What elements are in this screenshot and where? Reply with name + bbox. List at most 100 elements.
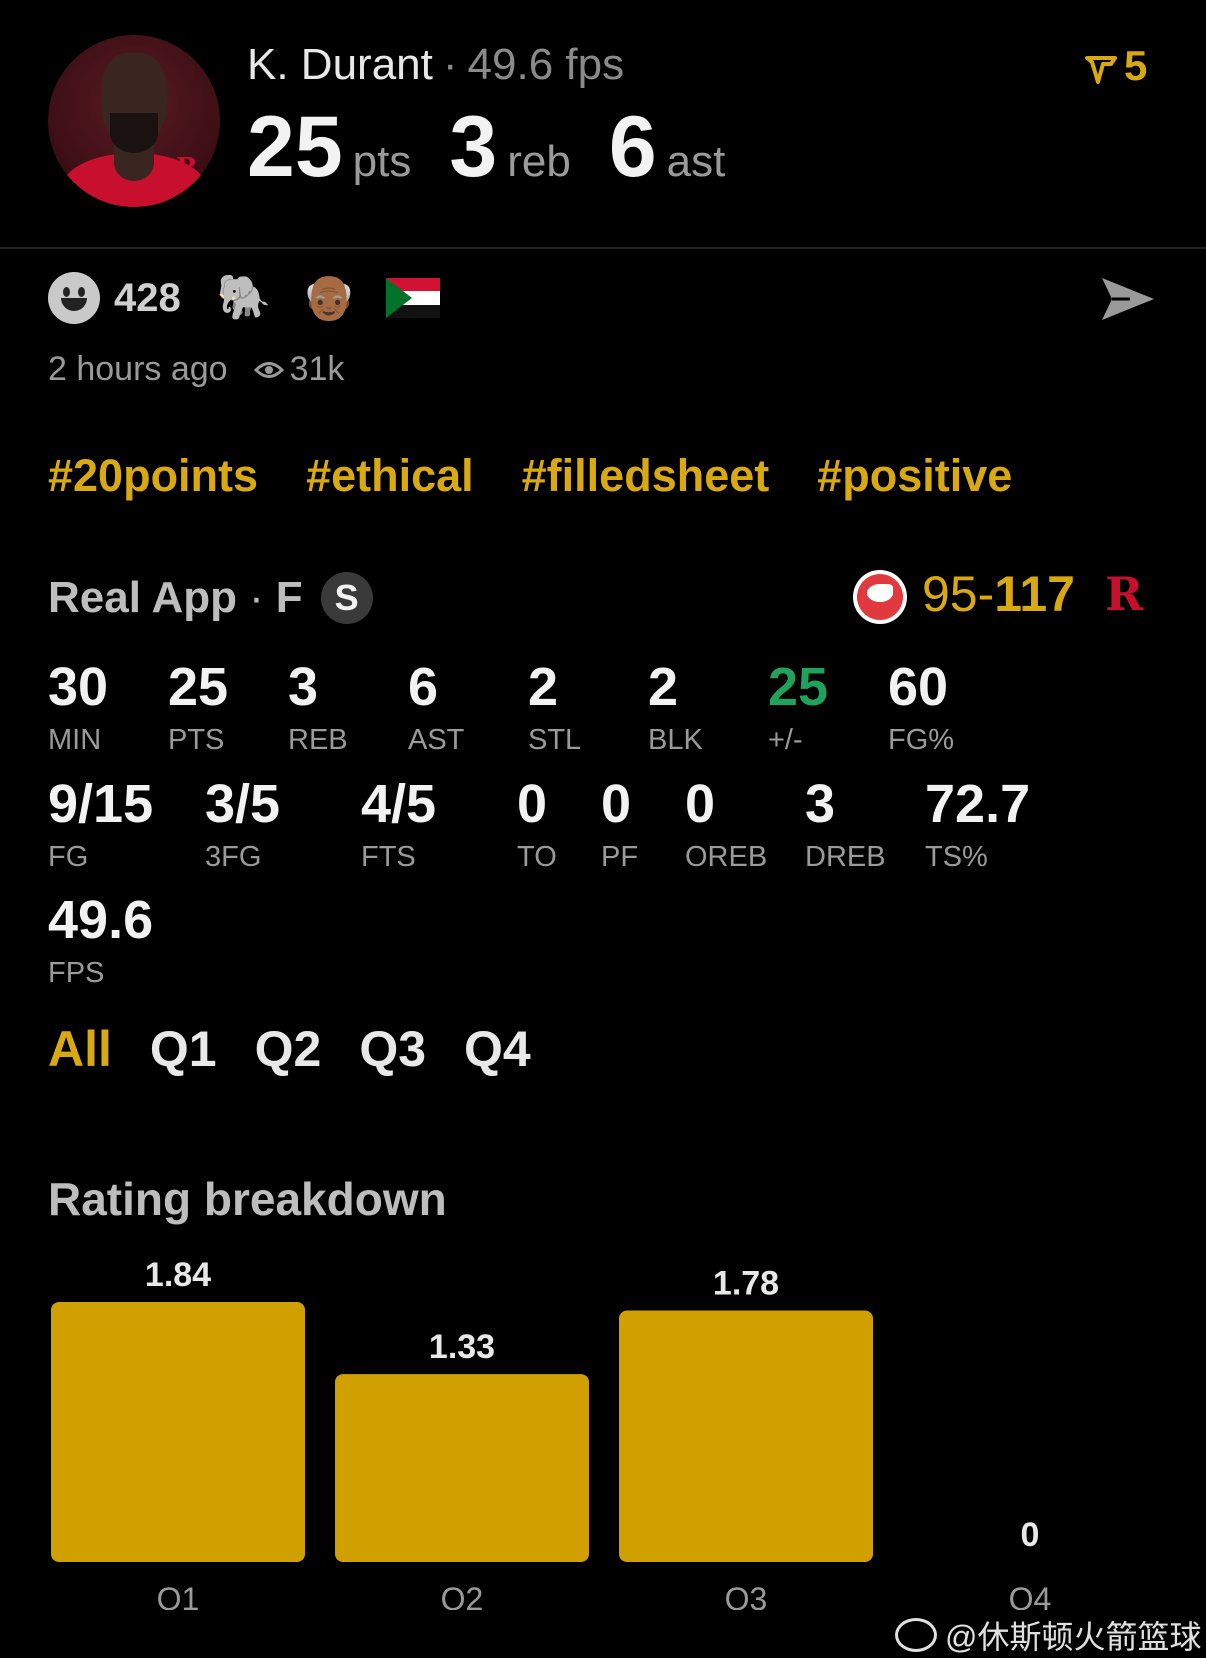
stat-value: 49.6 [48,890,154,950]
stat-dreb: 3 DREB [805,777,886,872]
stat-label: AST [408,724,465,756]
stat-pf: 0 PF [601,777,638,872]
stat-to: 0 TO [517,777,557,872]
vote-streak[interactable]: 5 [1084,42,1147,90]
stat-label: REB [288,724,348,756]
stat-label: DREB [805,841,886,873]
score-team: 117 [994,566,1075,622]
assists-value: 6 [608,99,657,195]
rating-bar-chart: 1.84 Q1 1.33 Q2 1.78 Q3 0 Q4 [51,1256,1052,1610]
sudan-flag-icon[interactable] [386,278,441,318]
stat-value: 3/5 [205,774,281,834]
post-meta: 2 hours ago 31k [48,350,344,389]
category-label: Q3 [725,1581,768,1610]
stat-fg: 9/15 FG [48,777,153,872]
player-avatar[interactable]: R [48,35,220,207]
stat-value: 3 [288,657,319,717]
separator-dot: · [442,40,458,89]
chart-title: Rating breakdown [48,1173,447,1225]
bar-q1[interactable] [51,1302,305,1562]
stat-label: OREB [685,841,768,873]
source-name: Real App [48,573,238,622]
bar-q2[interactable] [335,1374,589,1562]
post-time: 2 hours ago [48,350,228,388]
tab-q3[interactable]: Q3 [359,1020,426,1078]
hashtag[interactable]: #20points [48,450,258,502]
stat-plus-minus: 25 +/- [768,660,828,755]
stat-value: 25 [168,657,229,717]
header-divider [0,247,1206,249]
game-score[interactable]: 95-117 [922,565,1075,623]
rebounds-unit: reb [507,137,571,186]
watermark-text: @休斯顿火箭篮球 [945,1619,1202,1655]
bar-value-label: 1.33 [429,1328,495,1366]
bar-value-label: 0 [1021,1516,1040,1554]
stat-pts: 25 PTS [168,660,228,755]
smiley-mouth [61,298,87,311]
stat-label: TS% [925,841,988,873]
category-label: Q4 [1009,1581,1052,1610]
elephant-emoji-icon[interactable]: 🐘 [217,276,272,320]
stat-label: +/- [768,724,803,756]
stat-label: FPS [48,957,105,989]
stat-value: 30 [48,657,109,717]
stat-value: 0 [517,774,548,834]
smiley-reaction-icon[interactable] [48,272,100,324]
stat-label: TO [517,841,557,873]
stat-label: PTS [168,724,225,756]
stat-ast: 6 AST [408,660,464,755]
stat-value: 0 [685,774,716,834]
stat-value: 25 [768,657,829,717]
points-value: 25 [247,99,343,195]
stat-label: 3FG [205,841,262,873]
watermark: @休斯顿火箭篮球 [895,1612,1202,1658]
bar-q3[interactable] [619,1310,873,1562]
stat-value: 6 [408,657,439,717]
bar-value-label: 1.78 [713,1264,779,1302]
tab-q4[interactable]: Q4 [464,1020,531,1078]
tab-q2[interactable]: Q2 [255,1020,322,1078]
stat-blk: 2 BLK [648,660,703,755]
share-send-icon[interactable] [1100,274,1156,329]
stat-value: 2 [528,657,559,717]
rockets-logo-icon: R [176,153,198,183]
beard [110,113,158,153]
streak-count: 5 [1124,42,1148,89]
flag-green-triangle [386,278,413,318]
stat-fts: 4/5 FTS [361,777,436,872]
player-name-line: K. Durant · 49.6 fps [247,40,624,90]
hashtag[interactable]: #filledsheet [522,450,770,502]
stat-fps: 49.6 FPS [48,893,153,988]
player-fps: 49.6 fps [467,40,625,89]
eye-icon [253,361,284,378]
score-opponent: 95- [922,566,995,622]
rebounds-value: 3 [449,99,498,195]
rockets-logo-icon: R [1105,567,1144,621]
stat-label: FG% [888,724,955,756]
stat-label: MIN [48,724,102,756]
stat-value: 2 [648,657,679,717]
hawks-logo-icon[interactable] [853,570,907,624]
stat-label: FTS [361,841,416,873]
stat-3fg: 3/5 3FG [205,777,280,872]
hashtag[interactable]: #ethical [306,450,474,502]
tab-q1[interactable]: Q1 [150,1020,217,1078]
stat-label: PF [601,841,639,873]
category-label: Q2 [441,1581,484,1610]
stat-label: STL [528,724,582,756]
bar-value-label: 1.84 [145,1256,211,1294]
tab-all[interactable]: All [48,1020,112,1078]
player-name[interactable]: K. Durant [247,40,433,89]
hashtag[interactable]: #positive [817,450,1012,502]
stat-label: BLK [648,724,703,756]
old-man-emoji-icon[interactable]: 👴🏾 [302,276,357,320]
stat-value: 4/5 [361,774,437,834]
category-label: Q1 [157,1581,200,1610]
points-unit: pts [352,137,412,186]
starter-badge: S [320,572,373,624]
reactions-row: 428 🐘 👴🏾 [48,271,441,325]
vote-arrow-icon [1085,55,1117,84]
stat-value: 0 [601,774,632,834]
weibo-icon [895,1618,937,1652]
player-position: F [275,573,303,622]
